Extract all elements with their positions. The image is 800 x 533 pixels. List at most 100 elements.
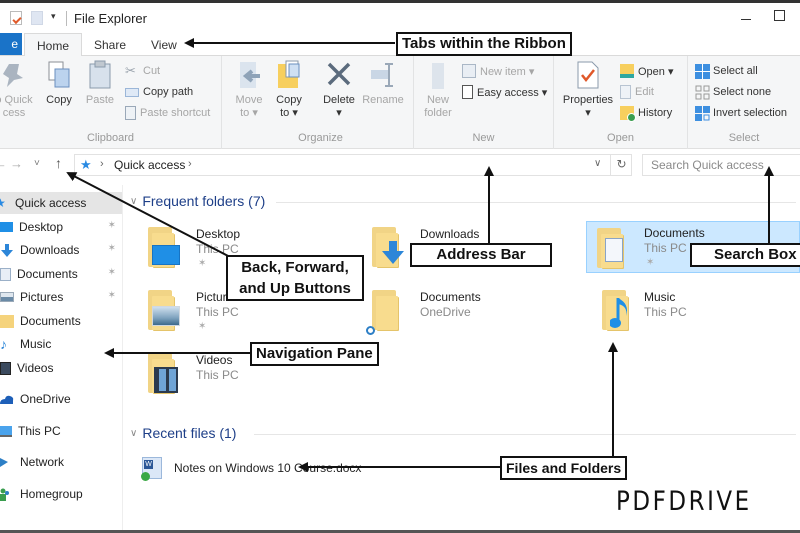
address-dropdown-icon[interactable]: ∨ — [594, 158, 601, 169]
delete-button[interactable]: Delete ▾ — [322, 60, 356, 120]
edit-label: Edit — [635, 86, 654, 98]
up-button[interactable]: ↑ — [55, 155, 62, 171]
content-area: ∨ Frequent folders (7) Desktop This PC ✶… — [124, 185, 800, 530]
move-to-button[interactable]: Move to ▾ — [234, 60, 264, 120]
nav-item-onedrive[interactable]: OneDrive — [0, 388, 122, 410]
copy-to-button[interactable]: Copy to ▾ — [274, 60, 304, 120]
cut-button[interactable]: ✂ Cut — [125, 61, 160, 81]
pin-icon[interactable]: ✶ — [108, 220, 116, 231]
tab-home[interactable]: Home — [24, 33, 83, 56]
open-button[interactable]: Open ▾ — [620, 61, 674, 81]
recent-file-name: Notes on Windows 10 Course.docx — [174, 461, 362, 475]
select-none-icon — [695, 85, 710, 100]
copy-path-button[interactable]: Copy path — [125, 82, 193, 102]
frequent-folders-title: Frequent folders (7) — [142, 193, 266, 209]
open-group: Properties ▾ Open ▾ Edit History Open — [554, 56, 688, 149]
tab-share[interactable]: Share — [82, 33, 138, 56]
rename-button[interactable]: Rename — [362, 60, 404, 107]
customize-quick-access-dropdown-icon[interactable]: ▾ — [51, 11, 56, 22]
pin-icon[interactable]: ✶ — [108, 267, 116, 278]
collapse-chevron-icon[interactable]: ∨ — [130, 196, 137, 207]
video-overlay-icon — [154, 367, 178, 393]
network-icon — [0, 456, 14, 469]
ribbon: o Quick cess Copy Paste ✂ Cut Copy path … — [0, 56, 800, 149]
recent-file-item[interactable]: W Notes on Windows 10 Course.docx — [141, 457, 362, 481]
recent-locations-button[interactable]: ˅ — [34, 158, 40, 169]
tab-view[interactable]: View — [139, 33, 189, 56]
nav-item-network[interactable]: Network — [0, 451, 122, 473]
nav-item-videos[interactable]: Videos — [0, 357, 122, 379]
open-group-label: Open — [607, 132, 634, 144]
address-bar[interactable]: ★ › Quick access › ∨ ↻ — [74, 154, 632, 176]
recent-files-header[interactable]: ∨ Recent files (1) — [130, 425, 236, 441]
search-box[interactable] — [642, 154, 800, 176]
open-folder-icon — [620, 64, 634, 78]
rename-icon — [370, 60, 396, 90]
pin-icon[interactable]: ✶ — [108, 290, 116, 301]
search-input[interactable] — [643, 155, 793, 175]
easy-access-button[interactable]: Easy access ▾ — [462, 82, 547, 102]
pin-icon — [1, 60, 27, 90]
refresh-icon[interactable]: ↻ — [610, 155, 632, 175]
new-folder-quick-access-icon[interactable] — [31, 11, 43, 25]
nav-item-documents[interactable]: Documents ✶ — [0, 263, 122, 285]
breadcrumb-chevron-icon[interactable]: › — [188, 158, 192, 170]
nav-item-homegroup[interactable]: Homegroup — [0, 483, 122, 505]
nav-item-onedrive-documents[interactable]: Documents — [0, 310, 122, 332]
nav-item-downloads[interactable]: Downloads ✶ — [0, 239, 122, 261]
paste-shortcut-button[interactable]: Paste shortcut — [125, 103, 210, 123]
history-button[interactable]: History — [620, 103, 672, 123]
nav-item-this-pc[interactable]: This PC — [0, 420, 122, 442]
pin-to-quick-access-button[interactable]: o Quick cess — [0, 60, 42, 120]
copy-path-icon — [125, 87, 139, 97]
folder-tile-music[interactable]: Music This PC — [580, 284, 780, 338]
new-folder-button[interactable]: New folder — [420, 60, 456, 120]
organize-group: Move to ▾ Copy to ▾ Delete ▾ Rename Orga… — [228, 56, 414, 149]
nav-item-desktop[interactable]: Desktop ✶ — [0, 216, 122, 238]
history-label: History — [638, 107, 673, 119]
desktop-icon — [0, 222, 13, 232]
properties-quick-access-icon[interactable] — [10, 11, 22, 25]
paste-button[interactable]: Paste — [84, 60, 116, 107]
copy-button[interactable]: Copy — [44, 60, 74, 107]
back-button[interactable]: ← — [0, 156, 7, 171]
invert-selection-button[interactable]: Invert selection — [695, 103, 787, 123]
minimize-button[interactable] — [735, 7, 759, 27]
copy-label: Copy — [46, 94, 72, 106]
callout-address-bar: Address Bar — [410, 243, 552, 267]
folder-tile-onedrive-documents[interactable]: Documents OneDrive — [350, 284, 550, 338]
breadcrumb-quick-access[interactable]: Quick access — [114, 158, 185, 172]
invert-selection-icon — [695, 106, 710, 121]
edit-icon — [620, 85, 631, 99]
copy-icon — [46, 60, 72, 90]
frequent-folders-header[interactable]: ∨ Frequent folders (7) — [130, 193, 265, 209]
nav-item-label: Documents — [17, 267, 78, 281]
move-to-icon — [236, 60, 262, 90]
nav-item-quick-access[interactable]: ★ Quick access — [0, 192, 122, 214]
sync-icon — [366, 326, 375, 335]
breadcrumb-separator-icon[interactable]: › — [100, 158, 104, 170]
select-all-button[interactable]: Select all — [695, 61, 758, 81]
star-icon: ★ — [0, 195, 6, 210]
select-none-button[interactable]: Select none — [695, 82, 771, 102]
maximize-button[interactable] — [774, 10, 785, 21]
new-item-button[interactable]: New item ▾ — [462, 61, 534, 81]
title-separator — [66, 11, 67, 26]
document-icon — [0, 267, 11, 281]
edit-button[interactable]: Edit — [620, 82, 654, 102]
pin-icon[interactable]: ✶ — [108, 243, 116, 254]
folder-location: This PC — [196, 305, 239, 319]
forward-button[interactable]: → — [10, 156, 23, 171]
nav-item-label: Pictures — [20, 290, 64, 304]
folder-icon — [597, 228, 627, 268]
collapse-chevron-icon[interactable]: ∨ — [130, 428, 137, 439]
folder-name: Music — [644, 290, 676, 304]
nav-item-label: Quick access — [15, 196, 87, 210]
nav-item-music[interactable]: ♪ Music — [0, 333, 122, 355]
folder-location: This PC — [196, 368, 239, 382]
nav-item-pictures[interactable]: Pictures ✶ — [0, 286, 122, 308]
properties-label: Properties ▾ — [562, 94, 614, 119]
word-document-icon: W — [141, 457, 162, 481]
tab-file[interactable]: e — [0, 33, 22, 55]
properties-button[interactable]: Properties ▾ — [560, 60, 616, 120]
